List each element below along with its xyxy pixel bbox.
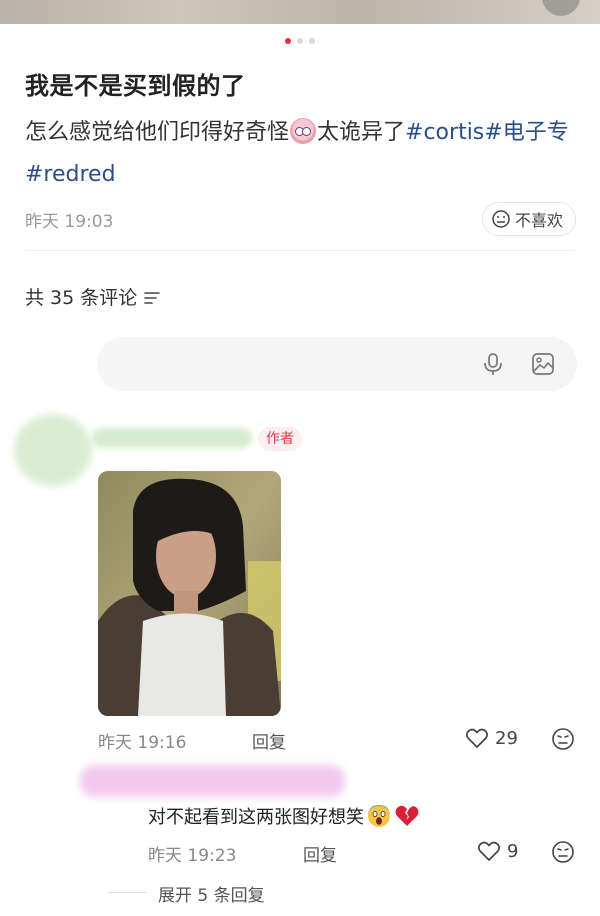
like-count: 29	[495, 727, 518, 749]
post-timestamp: 昨天 19:03	[25, 212, 114, 232]
image-overlay-button[interactable]	[542, 0, 580, 16]
carousel-dot	[309, 38, 315, 44]
post-body: 怎么感觉给他们印得好奇怪 太诡异了#cortis#电子专 #redred	[25, 112, 575, 196]
section-divider	[25, 250, 575, 251]
expand-divider	[108, 892, 146, 893]
like-button[interactable]: 9	[477, 840, 518, 862]
carousel-indicator	[0, 38, 600, 44]
microphone-icon[interactable]	[480, 351, 506, 377]
hashtag-link[interactable]: #redred	[25, 162, 116, 187]
expand-replies-button[interactable]: 展开 5 条回复	[158, 881, 265, 906]
hashtag-link[interactable]: #cortis	[405, 120, 484, 145]
dislike-face-icon[interactable]	[551, 840, 575, 864]
like-count: 9	[507, 840, 519, 862]
avatar[interactable]	[14, 414, 92, 486]
comment-timestamp: 昨天 19:16	[98, 733, 187, 753]
broken-heart-emoji-icon	[395, 805, 419, 826]
neutral-face-icon	[492, 210, 510, 228]
post-image-carousel[interactable]	[0, 0, 600, 24]
replier-name[interactable]	[80, 765, 345, 797]
author-badge: 作者	[258, 427, 302, 451]
post-body-text: 怎么感觉给他们印得好奇怪	[25, 120, 290, 145]
reply-content: 对不起看到这两张图好想笑	[148, 803, 420, 829]
photocard-image	[98, 471, 281, 716]
image-icon[interactable]	[530, 351, 556, 377]
commenter-name[interactable]	[92, 428, 252, 448]
dislike-label: 不喜欢	[514, 211, 563, 230]
post-title: 我是不是买到假的了	[25, 72, 246, 100]
carousel-dot	[285, 38, 291, 44]
dislike-face-icon[interactable]	[551, 727, 575, 751]
post-body-text: 太诡异了	[317, 120, 406, 145]
heart-icon	[478, 841, 500, 861]
like-button[interactable]: 29	[465, 727, 518, 749]
heart-icon	[466, 728, 488, 748]
dizzy-face-emoji-icon	[290, 118, 317, 144]
screaming-face-emoji-icon	[368, 805, 390, 827]
reply-text: 对不起看到这两张图好想笑	[148, 807, 364, 828]
comment-photo[interactable]	[98, 471, 281, 716]
reply-button[interactable]: 回复	[252, 728, 286, 753]
comments-header[interactable]: 共 35 条评论	[25, 283, 161, 310]
comment-input[interactable]	[97, 337, 577, 391]
hashtag-link[interactable]: #电子专	[484, 120, 568, 145]
comment-count-label: 共 35 条评论	[25, 287, 138, 309]
sort-icon[interactable]	[143, 289, 161, 305]
carousel-dot	[297, 38, 303, 44]
reply-button[interactable]: 回复	[303, 841, 337, 866]
reply-timestamp: 昨天 19:23	[148, 846, 237, 866]
dislike-button[interactable]: 不喜欢	[481, 202, 576, 236]
